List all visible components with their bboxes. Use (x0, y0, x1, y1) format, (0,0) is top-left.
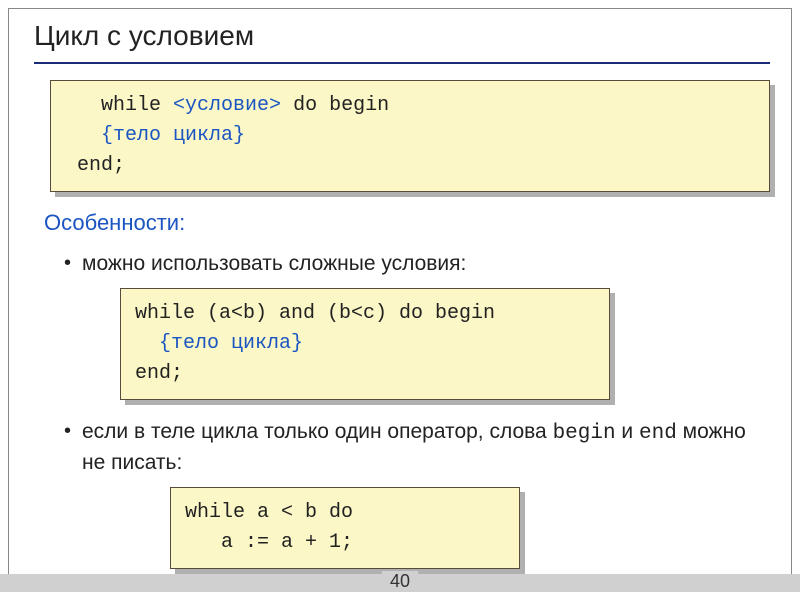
bullet-complex-conditions: можно использовать сложные условия: (82, 250, 770, 278)
code-brace: {тело цикла} (159, 332, 303, 355)
page-number: 40 (382, 571, 418, 592)
code-text: a := a + 1; (185, 531, 353, 554)
code-text (65, 94, 101, 117)
code-text: end; (135, 362, 183, 385)
code-brace: {тело цикла} (101, 124, 245, 147)
code-text (65, 124, 101, 147)
complex-condition-codebox: while (a<b) and (b<c) do begin {тело цик… (120, 288, 610, 400)
features-heading: Особенности: (44, 210, 770, 236)
code-text: do begin (281, 94, 389, 117)
code-text: while (101, 94, 173, 117)
bullet-mono: begin (553, 422, 616, 445)
bullet-text: и (616, 420, 639, 443)
code-text (135, 332, 159, 355)
bullet-mono: end (639, 422, 677, 445)
code-text: end; (65, 154, 125, 177)
slide-title: Цикл с условием (34, 20, 770, 64)
code-tag: <условие> (173, 94, 281, 117)
short-form-codebox: while a < b do a := a + 1; (170, 487, 520, 569)
bullet-text: если в теле цикла только один оператор, … (82, 420, 553, 443)
code-text: while (a<b) and (b<c) do begin (135, 302, 495, 325)
slide-content: Цикл с условием while <условие> do begin… (0, 0, 800, 600)
syntax-codebox: while <условие> do begin {тело цикла} en… (50, 80, 770, 192)
code-text: while a < b do (185, 501, 353, 524)
bullet-single-operator: если в теле цикла только один оператор, … (82, 418, 770, 477)
